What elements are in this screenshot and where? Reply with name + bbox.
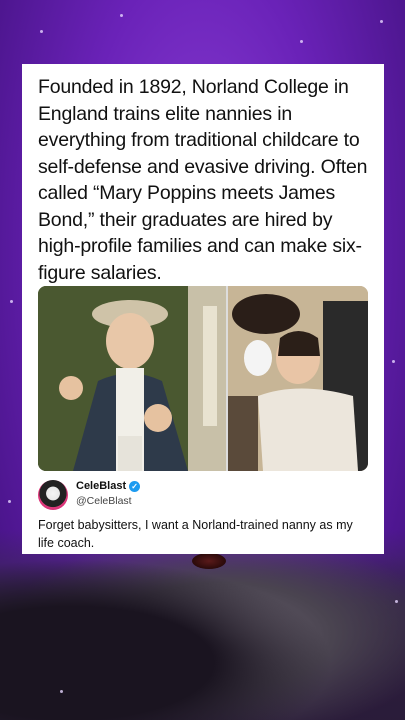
sparkle <box>40 30 43 33</box>
sparkle <box>380 20 383 23</box>
sparkle <box>10 300 13 303</box>
photo-nanny-fighting <box>38 286 226 471</box>
smiling-nanny-illustration <box>228 286 368 471</box>
sparkle <box>60 690 63 693</box>
author-name-row[interactable]: CeleBlast ✓ <box>76 480 141 492</box>
verified-check-icon: ✓ <box>129 480 141 492</box>
post-photo[interactable] <box>38 286 368 471</box>
sparkle <box>392 360 395 363</box>
dog-eye <box>192 553 226 569</box>
post-comment: Forget babysitters, I want a Norland-tra… <box>38 518 353 550</box>
sparkle <box>395 600 398 603</box>
post-card: Founded in 1892, Norland College in Engl… <box>22 64 384 554</box>
sparkle <box>120 14 123 17</box>
author-avatar[interactable] <box>38 480 68 510</box>
photo-smiling-nanny <box>226 286 368 471</box>
post-headline: Founded in 1892, Norland College in Engl… <box>38 76 368 284</box>
sparkle <box>8 500 11 503</box>
nanny-fighting-illustration <box>38 286 226 471</box>
sparkle <box>300 40 303 43</box>
author-handle[interactable]: @CeleBlast <box>76 495 132 507</box>
author-name[interactable]: CeleBlast <box>76 480 126 492</box>
